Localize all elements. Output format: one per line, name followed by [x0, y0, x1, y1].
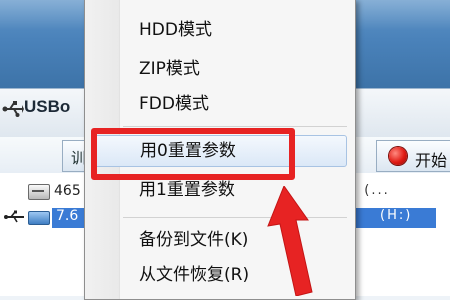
menu-item-label: HDD模式: [139, 20, 212, 40]
menu-item-hdd-mode[interactable]: HDD模式: [87, 15, 351, 45]
usb-drive-icon: [28, 211, 50, 225]
menu-item-label: FDD模式: [139, 94, 209, 114]
tree-row-label: 7.6: [56, 208, 79, 224]
annotation-highlight-box: [91, 128, 295, 180]
menu-separator: [123, 126, 347, 127]
record-icon: [389, 147, 407, 165]
tree-row-tail: . (...: [352, 183, 390, 198]
menu-item-fdd-mode[interactable]: FDD模式: [87, 89, 351, 119]
tree-row-label: 465: [54, 183, 81, 199]
start-button-label: 开始: [415, 151, 448, 170]
menu-item-label: ZIP模式: [139, 59, 200, 79]
usb-plug-icon: [4, 210, 24, 223]
menu-item-zip-mode[interactable]: ZIP模式: [87, 54, 351, 84]
start-button[interactable]: 开始: [376, 140, 450, 172]
hard-disk-icon: [28, 184, 50, 200]
app-title: USBo: [24, 97, 71, 116]
annotation-arrow-icon: [267, 186, 313, 296]
menu-item-label: 从文件恢复(R): [139, 265, 250, 285]
usb-icon: [2, 101, 24, 117]
tree-row-tail: (H:): [380, 208, 413, 223]
menu-item-label: 备份到文件(K): [139, 230, 249, 250]
